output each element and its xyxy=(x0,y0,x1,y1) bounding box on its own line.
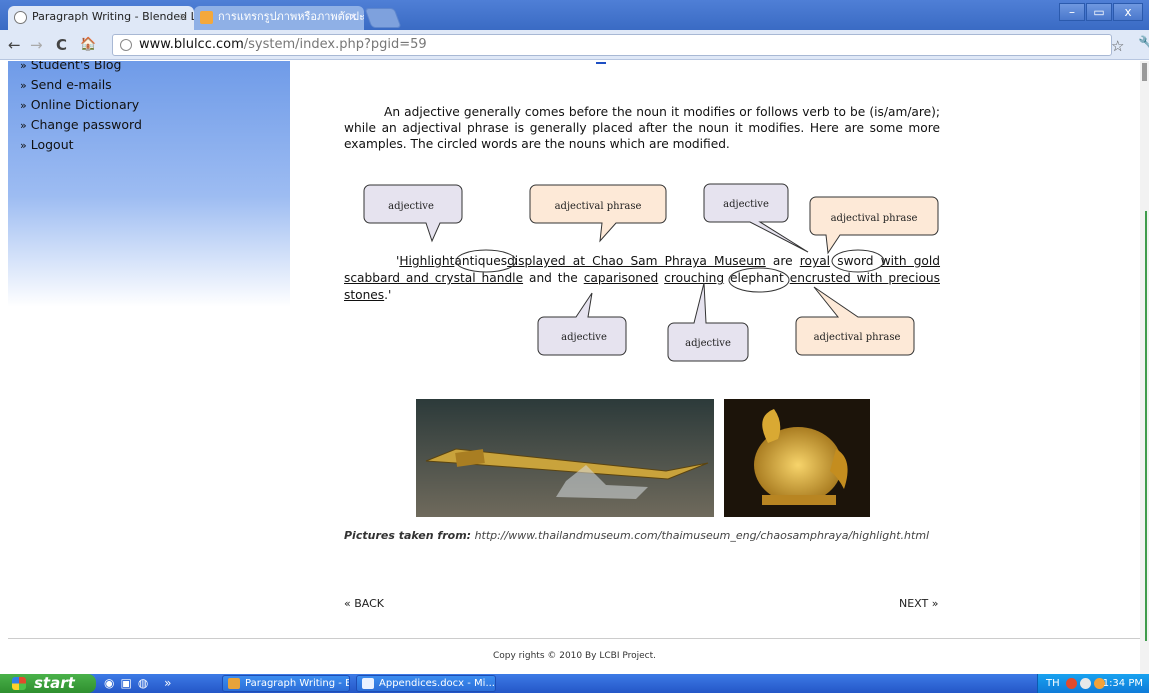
sidebar-item-logout[interactable]: » Logout xyxy=(20,135,290,155)
pictures-row xyxy=(416,399,870,521)
callout-adjective-1: adjective xyxy=(363,184,463,243)
explanation-paragraph: An adjective generally comes before the … xyxy=(344,105,940,151)
callout-text: adjective xyxy=(723,199,769,210)
next-link[interactable]: NEXT » xyxy=(899,597,938,610)
callout-text: adjective xyxy=(388,201,434,212)
pictures-caption-url: http://www.thailandmuseum.com/thaimuseum… xyxy=(474,529,930,542)
new-tab-button[interactable] xyxy=(364,8,402,28)
forward-arrow-icon[interactable]: → xyxy=(30,36,43,54)
taskbar-item-word[interactable]: Appendices.docx - Mi... xyxy=(356,675,496,692)
callout-adjectival-phrase-2: adjectival phrase xyxy=(809,196,939,255)
maximize-button[interactable]: ▭ xyxy=(1086,3,1112,21)
clock: 1:34 PM xyxy=(1102,678,1143,689)
desktop-icon[interactable]: ▣ xyxy=(120,676,137,690)
language-indicator[interactable]: TH xyxy=(1046,674,1060,693)
heading-fragment xyxy=(596,61,606,64)
word-crouching: crouching xyxy=(664,271,725,285)
bookmark-star-icon[interactable]: ☆ xyxy=(1111,37,1124,55)
windows-logo-icon xyxy=(12,677,26,690)
volume-icon[interactable] xyxy=(1080,678,1091,689)
office-favicon-icon xyxy=(200,11,213,24)
callout-adjective-2: adjective xyxy=(703,183,809,253)
close-window-button[interactable]: x xyxy=(1113,3,1143,21)
scrollbar-track-highlight xyxy=(1145,211,1147,641)
wrench-menu-icon[interactable]: 🔧 xyxy=(1138,36,1149,52)
url-host: www.blulcc.com xyxy=(139,37,244,52)
sidebar-item-online-dictionary[interactable]: » Online Dictionary xyxy=(20,95,290,115)
web-page: » Student's Blog » Send e-mails » Online Di… xyxy=(0,61,1149,674)
footer-copyright: Copy rights © 2010 By LCBI Project. xyxy=(492,651,656,661)
media-icon[interactable]: ◍ xyxy=(138,676,154,690)
start-button[interactable]: start xyxy=(0,674,96,693)
sidebar-menu: » Student's Blog » Send e-mails » Online Di… xyxy=(8,61,290,155)
callout-text: adjective xyxy=(561,332,607,343)
home-icon[interactable]: 🏠 xyxy=(80,36,96,54)
word-icon xyxy=(362,678,374,689)
windows-taskbar: start ◉▣◍ » Paragraph Writing - B... App… xyxy=(0,674,1149,693)
sidebar-item-students-blog[interactable]: » Student's Blog xyxy=(20,61,290,75)
back-link[interactable]: « BACK xyxy=(344,597,384,610)
callout-text: adjectival phrase xyxy=(814,332,901,343)
scrollbar-thumb[interactable] xyxy=(1142,63,1147,81)
word-highlight: Highlight xyxy=(399,254,455,268)
word-royal: royal xyxy=(799,254,831,268)
url-path: /system/index.php?pgid=59 xyxy=(243,37,427,52)
browser-toolbar: ← → C 🏠 www.blulcc.com/system/index.php?… xyxy=(0,30,1149,60)
sidebar: » Student's Blog » Send e-mails » Online Di… xyxy=(8,61,290,307)
pictures-caption: Pictures taken from: http://www.thailand… xyxy=(344,529,929,542)
word-antiques: antiques xyxy=(454,254,508,268)
pictures-caption-label: Pictures taken from: xyxy=(344,529,472,542)
sidebar-item-change-password[interactable]: » Change password xyxy=(20,115,290,135)
ie-icon[interactable]: ◉ xyxy=(104,676,120,690)
address-bar[interactable]: www.blulcc.com/system/index.php?pgid=59 xyxy=(112,34,1112,56)
phrase-displayed: displayed at Chao Sam Phraya Museum xyxy=(507,254,766,268)
callout-adjectival-phrase-1: adjectival phrase xyxy=(529,184,667,243)
tray-icon-1[interactable] xyxy=(1066,678,1077,689)
window-controls: – ▭ x xyxy=(1059,3,1143,23)
callout-text: adjectival phrase xyxy=(831,213,918,224)
tab-close-icon[interactable]: × xyxy=(179,6,188,28)
chrome-icon xyxy=(228,678,240,689)
page-favicon-icon xyxy=(14,11,27,24)
quick-launch: ◉▣◍ » xyxy=(104,676,177,690)
sword-image xyxy=(416,399,714,517)
callout-text: adjectival phrase xyxy=(555,201,642,212)
word-caparisoned: caparisoned xyxy=(583,271,659,285)
tab-close-icon[interactable]: × xyxy=(349,6,358,28)
back-arrow-icon[interactable]: ← xyxy=(8,36,21,54)
elephant-image xyxy=(724,399,870,517)
system-tray: TH 1:34 PM xyxy=(1037,674,1149,693)
footer-divider xyxy=(8,638,1140,639)
browser-tabstrip: Paragraph Writing - Blended Le × การแทรก… xyxy=(0,0,1149,30)
taskbar-item-chrome[interactable]: Paragraph Writing - B... xyxy=(222,675,350,692)
museum-pictures xyxy=(416,399,870,517)
word-sword: sword xyxy=(837,254,874,268)
minimize-button[interactable]: – xyxy=(1059,3,1085,21)
tab-paragraph-writing[interactable]: Paragraph Writing - Blended Le × xyxy=(8,6,194,30)
quicklaunch-more-icon[interactable]: » xyxy=(164,676,177,690)
sidebar-item-send-emails[interactable]: » Send e-mails xyxy=(20,75,290,95)
tab-insert-picture[interactable]: การแทรกรูปภาพหรือภาพตัดปะ - × xyxy=(194,6,364,30)
callout-text: adjective xyxy=(685,338,731,349)
tab-label: การแทรกรูปภาพหรือภาพตัดปะ - xyxy=(218,10,364,23)
tab-label: Paragraph Writing - Blended Le xyxy=(32,10,194,23)
page-info-icon[interactable] xyxy=(120,39,132,51)
example-sentence: 'Highlightantiquesdisplayed at Chao Sam … xyxy=(344,254,941,302)
reload-icon[interactable]: C xyxy=(56,36,67,54)
word-elephant: elephant xyxy=(729,271,784,285)
